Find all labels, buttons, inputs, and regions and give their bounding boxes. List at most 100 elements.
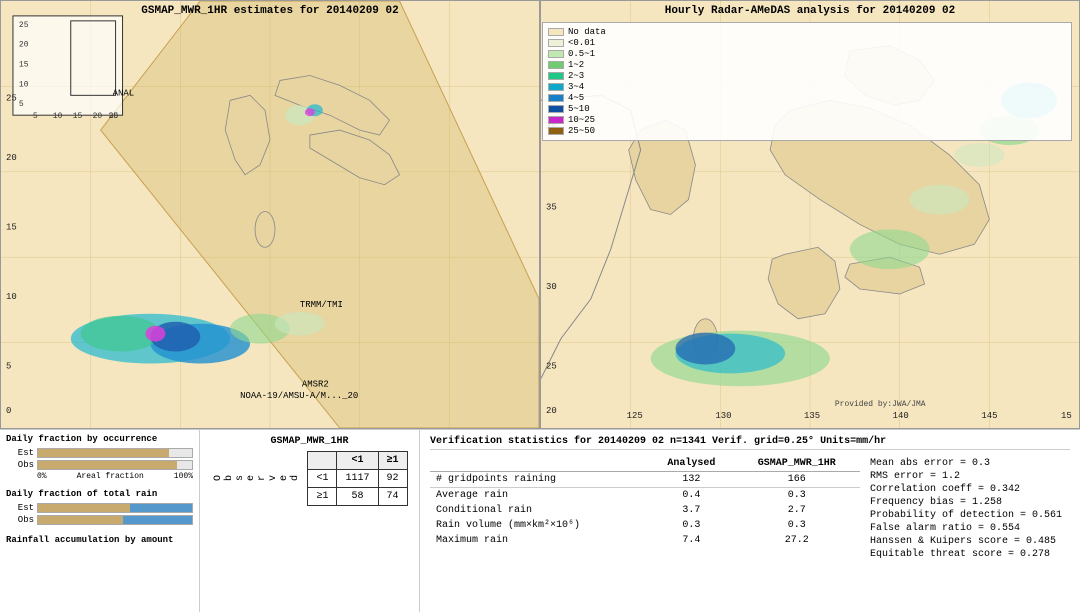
left-map-title: GSMAP_MWR_1HR estimates for 20140209 02 [141,5,398,17]
verif-label-0: # gridpoints raining [430,472,649,488]
cont-row-label-gte1: ≥1 [308,488,337,506]
svg-text:10: 10 [19,80,29,89]
verification-content: Analysed GSMAP_MWR_1HR # gridpoints rain… [430,456,1070,562]
cont-header-row: <1 ≥1 [308,452,407,470]
fraction-title-1: Daily fraction by occurrence [6,434,193,444]
svg-text:30: 30 [546,282,557,292]
verif-label-2: Conditional rain [430,503,649,518]
contingency-panel: GSMAP_MWR_1HR Observed <1 ≥1 [200,430,420,612]
cont-cell-10: 58 [337,488,378,506]
svg-text:15: 15 [19,61,29,70]
verif-row-0: # gridpoints raining 132 166 [430,472,860,488]
verif-row-2: Conditional rain 3.7 2.7 [430,503,860,518]
legend-item-nodata: No data [548,27,1066,37]
verif-val-31: 0.3 [734,518,860,533]
svg-text:140: 140 [893,411,909,421]
svg-text:30: 30 [109,112,119,121]
contingency-table: <1 ≥1 <1 1117 92 ≥1 [307,451,407,506]
bar-chart-total-rain: Est Obs [6,501,193,527]
contingency-table-wrapper: Observed <1 ≥1 <1 [211,451,407,506]
verif-val-20: 3.7 [649,503,733,518]
metric-3: Frequency bias = 1.258 [870,497,1070,508]
right-map-title: Hourly Radar-AMeDAS analysis for 2014020… [665,5,955,17]
svg-text:AMSR2: AMSR2 [302,379,329,389]
bar-track-est1 [37,448,193,458]
maps-row: GSMAP_MWR_1HR estimates for 20140209 02 [0,0,1080,430]
legend-item-1-2: 1~2 [548,60,1066,70]
verif-col-header-analysed: Analysed [649,456,733,472]
legend-item-25-50: 25~50 [548,126,1066,136]
svg-text:130: 130 [715,411,731,421]
contingency-table-container: <1 ≥1 <1 1117 92 ≥1 [307,451,407,506]
verification-metrics: Mean abs error = 0.3 RMS error = 1.2 Cor… [870,456,1070,562]
verification-table-wrap: Analysed GSMAP_MWR_1HR # gridpoints rain… [430,456,860,562]
verif-row-4: Maximum rain 7.4 27.2 [430,533,860,548]
legend-item-05-1: 0.5~1 [548,49,1066,59]
left-map-panel: GSMAP_MWR_1HR estimates for 20140209 02 [0,0,540,429]
svg-text:20: 20 [19,41,29,50]
metric-7: Equitable threat score = 0.278 [870,549,1070,560]
svg-text:20: 20 [93,112,103,121]
fraction-title-2: Daily fraction of total rain [6,489,193,499]
bar-chart-occurrence: Est Obs 0% Areal fraction 100% [6,446,193,481]
svg-text:Provided by:JWA/JMA: Provided by:JWA/JMA [835,400,926,409]
svg-text:5: 5 [19,100,24,109]
verif-val-41: 27.2 [734,533,860,548]
legend-item-001: <0.01 [548,38,1066,48]
svg-text:25: 25 [6,93,17,103]
contingency-title: GSMAP_MWR_1HR [270,436,348,447]
cont-header-gte1: ≥1 [378,452,407,470]
svg-text:10: 10 [6,292,17,302]
verif-label-1: Average rain [430,488,649,504]
cont-cell-11: 74 [378,488,407,506]
svg-text:135: 135 [804,411,820,421]
verif-col-header-0 [430,456,649,472]
bar-track-est2 [37,503,193,513]
bar-label-obs1: Obs [6,460,34,470]
verification-title: Verification statistics for 20140209 02 … [430,436,1070,450]
bar-row-obs1: Obs [6,460,193,470]
cont-header-lt1: <1 [337,452,378,470]
metric-0: Mean abs error = 0.3 [870,458,1070,469]
legend-item-2-3: 2~3 [548,71,1066,81]
verif-val-21: 2.7 [734,503,860,518]
svg-text:NOAA-19/AMSU-A/M..._20: NOAA-19/AMSU-A/M..._20 [240,391,358,401]
svg-text:ANAL: ANAL [113,88,135,98]
legend-item-5-10: 5~10 [548,104,1066,114]
verif-row-3: Rain volume (mm×km²×10⁶) 0.3 0.3 [430,518,860,533]
verif-val-40: 7.4 [649,533,733,548]
bar-track-obs2 [37,515,193,525]
verif-label-3: Rain volume (mm×km²×10⁶) [430,518,649,533]
verif-val-11: 0.3 [734,488,860,504]
svg-text:20: 20 [6,153,17,163]
bar-row-obs2: Obs [6,515,193,525]
metric-2: Correlation coeff = 0.342 [870,484,1070,495]
obs-vertical-label: Observed [211,473,303,483]
verification-table: Analysed GSMAP_MWR_1HR # gridpoints rain… [430,456,860,548]
svg-text:5: 5 [33,112,38,121]
bar-row-est1: Est [6,448,193,458]
legend-item-10-25: 10~25 [548,115,1066,125]
svg-text:25: 25 [546,361,557,371]
metric-1: RMS error = 1.2 [870,471,1070,482]
verif-label-4: Maximum rain [430,533,649,548]
svg-text:20: 20 [546,406,557,416]
bar-axis-1: 0% Areal fraction 100% [6,472,193,481]
verif-val-01: 166 [734,472,860,488]
bottom-row: Daily fraction by occurrence Est Obs 0% [0,430,1080,612]
svg-text:15: 15 [6,222,17,232]
cont-cell-00: 1117 [337,470,378,488]
bar-track-obs1 [37,460,193,470]
legend-item-4-5: 4~5 [548,93,1066,103]
cont-row-label-lt1: <1 [308,470,337,488]
svg-text:145: 145 [981,411,997,421]
cont-cell-01: 92 [378,470,407,488]
verification-panel: Verification statistics for 20140209 02 … [420,430,1080,612]
bar-label-obs2: Obs [6,515,34,525]
cont-header-empty [308,452,337,470]
main-container: GSMAP_MWR_1HR estimates for 20140209 02 [0,0,1080,612]
metric-4: Probability of detection = 0.561 [870,510,1070,521]
verif-row-1: Average rain 0.4 0.3 [430,488,860,504]
svg-text:5: 5 [6,361,11,371]
left-map-svg: 25 20 15 10 5 5 10 15 20 25 30 ANAL 25 2… [1,1,539,428]
